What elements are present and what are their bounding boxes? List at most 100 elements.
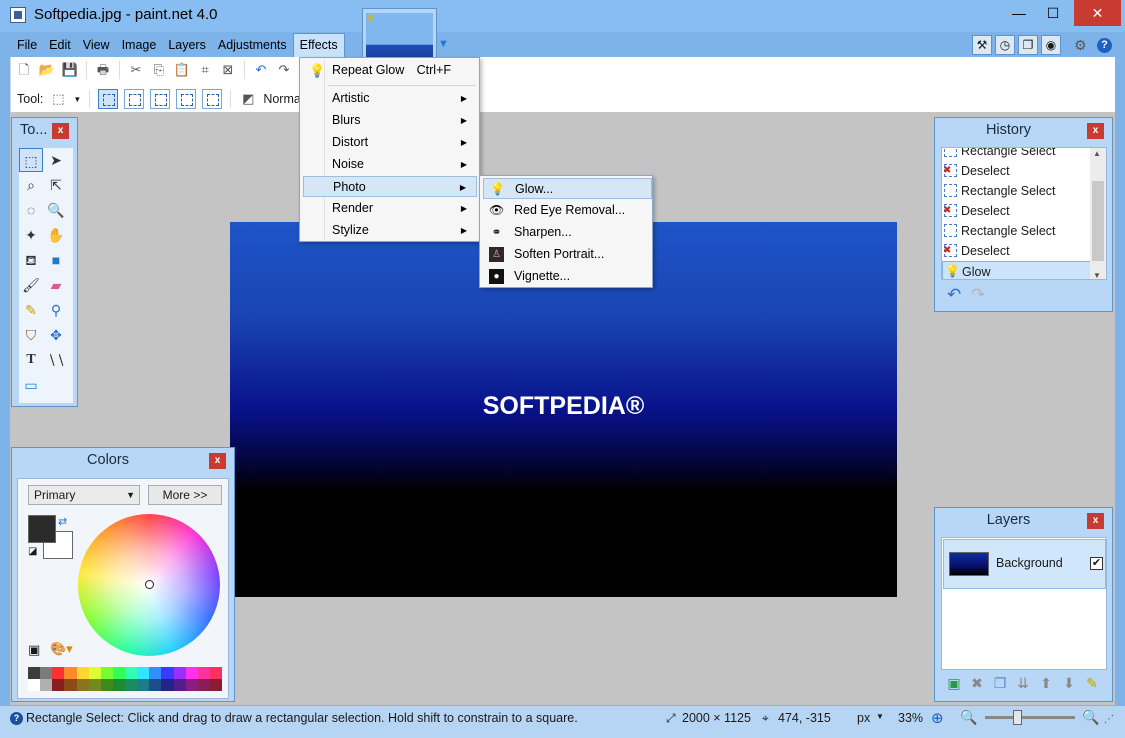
crop-icon[interactable]: ⌗ <box>196 61 214 79</box>
selection-mode-exclude[interactable] <box>150 89 171 109</box>
menu-view[interactable]: View <box>77 33 116 57</box>
palette-swatch[interactable] <box>161 667 174 679</box>
palette-swatch[interactable] <box>149 667 162 679</box>
add-to-palette-icon[interactable]: ▣ <box>28 642 40 658</box>
print-icon[interactable]: 🖶 <box>94 61 112 79</box>
palette-swatch[interactable] <box>40 667 53 679</box>
palette-swatch[interactable] <box>100 667 113 679</box>
menu-distort[interactable]: Distort ▶ <box>303 132 477 153</box>
ellipse-select-icon[interactable]: ◌ <box>19 198 43 222</box>
menu-image[interactable]: Image <box>116 33 163 57</box>
undo-icon[interactable]: ↶ <box>947 285 961 305</box>
palette-swatch[interactable] <box>100 679 113 691</box>
palette-swatch[interactable] <box>64 667 77 679</box>
image-tab-softpedia[interactable]: ★ <box>362 8 437 60</box>
color-picker-icon[interactable]: ⚲ <box>44 298 68 322</box>
menu-artistic[interactable]: Artistic ▶ <box>303 88 477 109</box>
selection-mode-xor[interactable] <box>176 89 197 109</box>
copy-icon[interactable]: ⎘ <box>150 61 168 79</box>
palette-swatch[interactable] <box>88 679 101 691</box>
history-item[interactable]: Deselect <box>942 161 1106 181</box>
pan-hand-icon[interactable]: ✋ <box>44 223 68 247</box>
clone-stamp-icon[interactable]: ⛉ <box>19 323 43 347</box>
menu-stylize[interactable]: Stylize ▶ <box>303 220 477 241</box>
open-folder-icon[interactable]: 📂 <box>38 61 56 79</box>
tab-list-arrow-icon[interactable]: ▼ <box>438 38 449 50</box>
recolor-icon[interactable]: ✥ <box>44 323 68 347</box>
undo-toolbar-icon[interactable]: ↶ <box>252 61 270 79</box>
layers-panel-close-icon[interactable]: x <box>1087 513 1104 529</box>
reset-colors-icon[interactable]: ◪ <box>28 546 37 557</box>
delete-layer-icon[interactable]: ✖ <box>970 675 984 692</box>
text-icon[interactable]: T <box>19 348 43 372</box>
menu-glow[interactable]: 💡 Glow... <box>483 178 652 199</box>
gradient-icon[interactable]: ■ <box>44 248 68 272</box>
tools-panel-close-icon[interactable]: x <box>52 123 69 139</box>
lasso-select-icon[interactable]: ⌕ <box>19 173 43 197</box>
colors-window-toggle-icon[interactable]: ◉ <box>1041 35 1061 55</box>
color-wheel-cursor[interactable] <box>145 580 154 589</box>
palette-swatch[interactable] <box>209 667 222 679</box>
layers-window-toggle-icon[interactable]: ❐ <box>1018 35 1038 55</box>
line-curve-icon[interactable]: ∖∖ <box>44 348 68 372</box>
paint-bucket-icon[interactable]: ⛾ <box>19 248 43 272</box>
maximize-button[interactable]: ☐ <box>1037 0 1069 26</box>
palette-menu-icon[interactable]: 🎨▾ <box>50 641 73 657</box>
menu-repeat-glow[interactable]: 💡 Repeat Glow Ctrl+F <box>303 60 477 81</box>
color-mode-select[interactable]: Primary ▼ <box>28 485 140 505</box>
scroll-up-icon[interactable]: ▲ <box>1093 149 1101 158</box>
move-selection-icon[interactable]: ⇱ <box>44 173 68 197</box>
palette-swatch[interactable] <box>125 667 138 679</box>
zoom-slider-track[interactable] <box>985 716 1075 719</box>
tools-window-toggle-icon[interactable]: ⚒ <box>972 35 992 55</box>
eraser-icon[interactable]: ▰ <box>44 273 68 297</box>
more-colors-button[interactable]: More >> <box>148 485 222 505</box>
history-item[interactable]: Rectangle Select <box>942 181 1106 201</box>
shapes-icon[interactable]: ▭ <box>19 373 43 397</box>
menu-vignette[interactable]: ● Vignette... <box>483 266 652 287</box>
pencil-icon[interactable]: ✎ <box>19 298 43 322</box>
close-window-button[interactable]: ✕ <box>1074 0 1121 26</box>
zoom-slider-thumb[interactable] <box>1013 710 1022 725</box>
move-layer-up-icon[interactable]: ⬆ <box>1039 675 1053 692</box>
palette-swatch[interactable] <box>185 679 198 691</box>
menu-photo[interactable]: Photo ▶ <box>303 176 477 197</box>
palette-swatch[interactable] <box>161 679 174 691</box>
history-window-toggle-icon[interactable]: ◷ <box>995 35 1015 55</box>
move-layer-down-icon[interactable]: ⬇ <box>1062 675 1076 692</box>
magic-wand-icon[interactable]: ✦ <box>19 223 43 247</box>
selection-mode-union[interactable] <box>124 89 145 109</box>
tool-dropdown-chevron-icon[interactable]: ▼ <box>73 95 81 104</box>
rectangle-select-tool-icon[interactable]: ⬚ <box>49 90 67 108</box>
zoom-in-icon[interactable]: 🔍 <box>1082 709 1099 726</box>
swap-colors-icon[interactable]: ⇄ <box>58 515 67 528</box>
palette-swatch[interactable] <box>88 667 101 679</box>
menu-layers[interactable]: Layers <box>162 33 212 57</box>
history-item[interactable]: Rectangle Select <box>942 221 1106 241</box>
duplicate-layer-icon[interactable]: ❐ <box>993 675 1007 692</box>
gear-icon[interactable]: ⚙ <box>1074 37 1087 54</box>
add-layer-icon[interactable]: ▣ <box>947 675 961 692</box>
menu-edit[interactable]: Edit <box>43 33 77 57</box>
history-item[interactable]: Deselect <box>942 241 1106 261</box>
paste-icon[interactable]: 📋 <box>173 61 191 79</box>
palette-swatch[interactable] <box>125 679 138 691</box>
redo-icon[interactable]: ↷ <box>971 285 985 305</box>
layer-properties-icon[interactable]: ✎ <box>1085 675 1099 692</box>
history-scrollbar[interactable]: ▲ ▼ <box>1090 148 1106 279</box>
paintbrush-icon[interactable]: 🖌 <box>19 273 43 297</box>
palette-swatch[interactable] <box>28 667 41 679</box>
palette-swatch[interactable] <box>149 679 162 691</box>
help-icon[interactable]: ? <box>1097 38 1112 53</box>
palette-swatch[interactable] <box>185 667 198 679</box>
menu-effects[interactable]: Effects <box>292 33 345 57</box>
history-item-selected[interactable]: 💡 Glow <box>942 261 1106 279</box>
palette-swatch[interactable] <box>173 679 186 691</box>
zoom-icon[interactable]: 🔍 <box>44 198 68 222</box>
deselect-icon[interactable]: ⊠ <box>219 61 237 79</box>
rectangle-select-icon[interactable]: ⬚ <box>19 148 43 172</box>
history-item[interactable]: Deselect <box>942 201 1106 221</box>
history-panel-close-icon[interactable]: x <box>1087 123 1104 139</box>
palette-swatch[interactable] <box>28 679 41 691</box>
menu-soften-portrait[interactable]: ♙ Soften Portrait... <box>483 244 652 265</box>
